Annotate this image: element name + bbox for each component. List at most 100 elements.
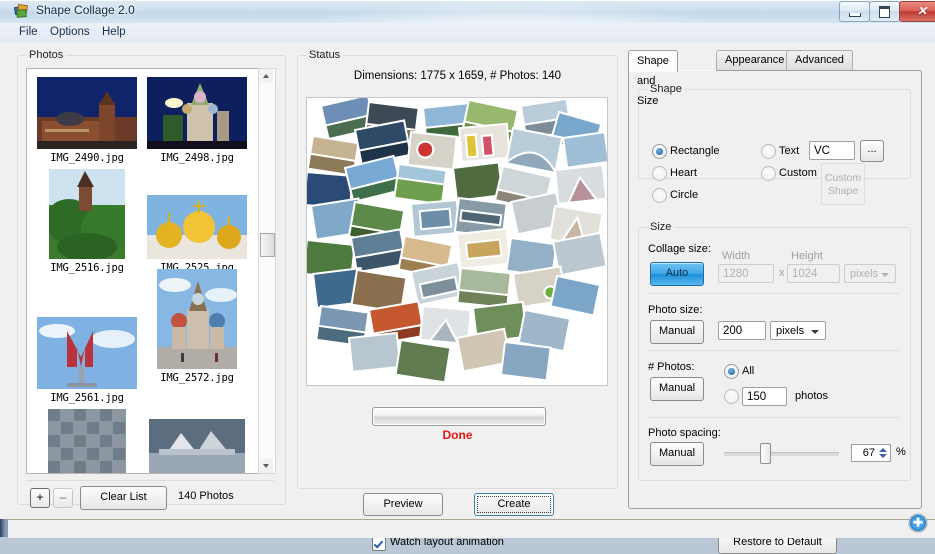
radio-photo-count[interactable] (724, 389, 739, 404)
photo-thumbnail (147, 77, 247, 149)
collage-preview-canvas (307, 98, 607, 385)
photos-panel-divider (26, 480, 274, 481)
tab-shape-and-size[interactable]: Shape and Size (628, 50, 678, 72)
radio-rectangle[interactable] (652, 144, 667, 159)
list-item[interactable]: IMG_2516.jpg (33, 169, 141, 274)
photo-thumbnail (37, 317, 137, 389)
size-group-legend: Size (647, 221, 674, 233)
resize-grip-icon[interactable] (908, 513, 928, 533)
status-panel: Status Dimensions: 1775 x 1659, # Photos… (297, 55, 618, 489)
menu-bar: File Options Help (0, 23, 935, 44)
browse-text-button[interactable]: ... (860, 140, 884, 162)
tab-advanced[interactable]: Advanced (786, 50, 853, 71)
list-item[interactable]: IMG_2525.jpg (143, 195, 251, 274)
photo-thumbnail (147, 195, 247, 259)
remove-photos-button[interactable]: – (53, 488, 73, 508)
photo-thumbnail (157, 269, 237, 369)
radio-text[interactable] (761, 144, 776, 159)
photo-size-mode-button[interactable]: Manual (650, 320, 704, 344)
collage-units-select[interactable]: pixels (844, 264, 896, 283)
photo-filename: IMG_2572.jpg (143, 372, 251, 384)
photo-count-input[interactable]: 150 (742, 387, 787, 406)
list-item[interactable]: IMG_2561.jpg (33, 317, 141, 404)
add-photos-button[interactable]: + (30, 488, 50, 508)
radio-custom[interactable] (761, 166, 776, 181)
radio-heart[interactable] (652, 166, 667, 181)
scroll-down-arrow-icon[interactable] (259, 459, 273, 473)
shape-text-input[interactable]: VC (809, 141, 855, 160)
collage-height-input[interactable]: 1024 (787, 264, 840, 283)
photos-list-scrollbar[interactable] (258, 68, 276, 474)
clear-list-button[interactable]: Clear List (80, 486, 167, 510)
close-icon: ✕ (916, 5, 928, 17)
photo-filename: IMG_2516.jpg (33, 262, 141, 274)
collage-width-input[interactable]: 1280 (718, 264, 774, 283)
radio-circle-label: Circle (670, 189, 698, 201)
num-photos-label: # Photos: (648, 361, 694, 373)
photo-thumbnail (149, 419, 245, 474)
shape-group: Shape (638, 89, 911, 179)
radio-circle[interactable] (652, 188, 667, 203)
tab-appearance[interactable]: Appearance (716, 50, 793, 71)
photo-size-units-select[interactable]: pixels (770, 321, 826, 340)
photo-thumbnail (48, 409, 126, 473)
close-button[interactable]: ✕ (899, 1, 935, 22)
window-title: Shape Collage 2.0 (36, 3, 135, 17)
list-item[interactable] (143, 419, 251, 474)
photo-spacing-value: 67 (863, 447, 875, 459)
collage-preview[interactable] (306, 97, 608, 386)
collage-size-label: Collage size: (648, 243, 711, 255)
photo-spacing-label: Photo spacing: (648, 427, 721, 439)
radio-rectangle-label: Rectangle (670, 145, 720, 157)
window-bottom-strip (8, 519, 935, 538)
status-text: Done (298, 428, 617, 442)
times-separator: x (779, 267, 785, 279)
photos-panel: Photos IMG_2490.jpg (17, 55, 286, 505)
checkbox-icon[interactable] (372, 537, 386, 551)
photo-spacing-slider-track[interactable] (724, 452, 839, 456)
shape-collage-window: Shape Collage 2.0 ✕ File Options Help Ph… (8, 0, 935, 519)
photos-thumbnail-list[interactable]: IMG_2490.jpg IMG_24 (26, 68, 260, 474)
client-area: Photos IMG_2490.jpg (0, 43, 935, 519)
photo-filename: IMG_2561.jpg (33, 392, 141, 404)
status-panel-legend: Status (306, 49, 343, 61)
photo-size-input[interactable]: 200 (718, 321, 766, 340)
photos-panel-legend: Photos (26, 49, 66, 61)
custom-shape-preview[interactable]: Custom Shape (821, 163, 865, 205)
menu-item-help[interactable]: Help (96, 26, 132, 40)
focus-ring (477, 496, 551, 513)
num-photos-mode-button[interactable]: Manual (650, 377, 704, 401)
radio-all-photos-label: All (742, 365, 754, 377)
custom-shape-line2: Shape (822, 185, 864, 198)
collage-size-mode-button[interactable]: Auto (650, 262, 704, 286)
maximize-button[interactable] (869, 1, 900, 22)
menu-item-options[interactable]: Options (44, 26, 96, 40)
preview-button[interactable]: Preview (363, 493, 443, 516)
width-label: Width (722, 250, 750, 262)
menu-item-file[interactable]: File (13, 26, 44, 40)
list-item[interactable]: IMG_2572.jpg (143, 269, 251, 384)
window-titlebar: Shape Collage 2.0 ✕ (0, 0, 935, 24)
create-button[interactable]: Create (474, 493, 554, 516)
photos-count-label: 140 Photos (178, 490, 278, 502)
list-item[interactable] (33, 409, 141, 473)
photo-size-label: Photo size: (648, 304, 702, 316)
list-item[interactable]: IMG_2490.jpg (33, 77, 141, 164)
radio-heart-label: Heart (670, 167, 697, 179)
spinner-down-icon[interactable] (879, 454, 887, 458)
size-divider-2 (648, 350, 899, 351)
photo-spacing-mode-button[interactable]: Manual (650, 442, 704, 466)
photo-spacing-input[interactable]: 67 (851, 444, 891, 462)
minimize-button[interactable] (839, 1, 870, 22)
height-label: Height (791, 250, 823, 262)
photo-spacing-unit-label: % (896, 446, 906, 458)
spinner-up-icon[interactable] (879, 448, 887, 452)
maximize-icon (879, 6, 890, 18)
scroll-up-arrow-icon[interactable] (259, 69, 273, 83)
scrollbar-thumb[interactable] (260, 233, 275, 257)
photo-spacing-slider-handle[interactable] (760, 443, 771, 464)
collage-app-icon (14, 3, 30, 19)
radio-all-photos[interactable] (724, 364, 739, 379)
list-item[interactable]: IMG_2498.jpg (143, 77, 251, 164)
size-divider-3 (648, 417, 899, 418)
